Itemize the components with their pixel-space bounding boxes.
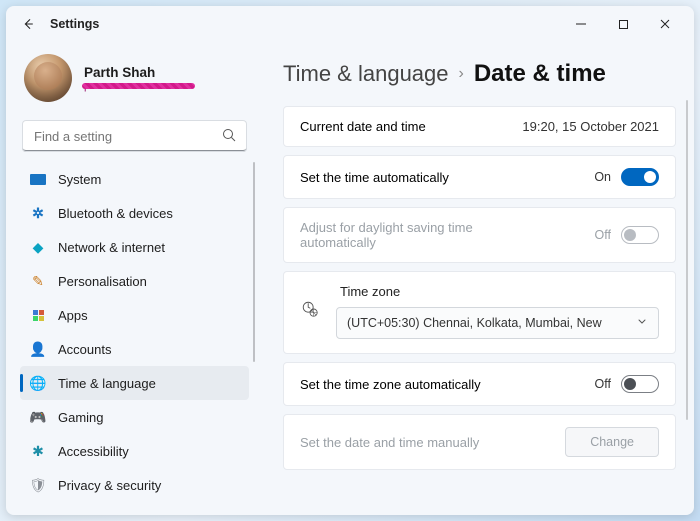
auto-tz-card: Set the time zone automatically Off xyxy=(283,362,676,406)
dst-toggle xyxy=(621,226,659,244)
bluetooth-icon: ✲ xyxy=(30,205,46,221)
globe-clock-icon xyxy=(301,300,319,323)
close-button[interactable] xyxy=(644,9,686,39)
apps-icon xyxy=(30,307,46,323)
dst-state: Off xyxy=(595,228,611,242)
time-icon: 🌐 xyxy=(30,375,46,391)
sidebar-item-label: Gaming xyxy=(58,410,104,425)
sidebar-item-label: Accessibility xyxy=(58,444,129,459)
manual-datetime-label: Set the date and time manually xyxy=(300,435,479,450)
sidebar-item-label: Personalisation xyxy=(58,274,147,289)
sidebar-item-personalisation[interactable]: ✎ Personalisation xyxy=(20,264,249,298)
change-button: Change xyxy=(565,427,659,457)
chevron-right-icon: › xyxy=(459,65,464,83)
maximize-button[interactable] xyxy=(602,9,644,39)
sidebar-item-time[interactable]: 🌐 Time & language xyxy=(20,366,249,400)
sidebar-item-gaming[interactable]: 🎮 Gaming xyxy=(20,400,249,434)
auto-tz-state: Off xyxy=(595,377,611,391)
dst-card: Adjust for daylight saving time automati… xyxy=(283,207,676,263)
personalisation-icon: ✎ xyxy=(30,273,46,289)
breadcrumb-parent[interactable]: Time & language xyxy=(283,61,449,87)
auto-time-label: Set the time automatically xyxy=(300,170,449,185)
current-datetime-card: Current date and time 19:20, 15 October … xyxy=(283,106,676,147)
timezone-select[interactable]: (UTC+05:30) Chennai, Kolkata, Mumbai, Ne… xyxy=(336,307,659,339)
accounts-icon: 👤 xyxy=(30,341,46,357)
main-scrollbar[interactable] xyxy=(686,100,688,420)
profile-block[interactable]: Parth Shah p xyxy=(20,48,257,114)
sidebar-item-system[interactable]: System xyxy=(20,162,249,196)
auto-time-state: On xyxy=(594,170,611,184)
network-icon: ◆ xyxy=(30,239,46,255)
timezone-card: Time zone (UTC+05:30) Chennai, Kolkata, … xyxy=(283,271,676,354)
dst-label: Adjust for daylight saving time automati… xyxy=(300,220,530,250)
minimize-button[interactable] xyxy=(560,9,602,39)
sidebar-item-label: Time & language xyxy=(58,376,156,391)
sidebar-item-label: Bluetooth & devices xyxy=(58,206,173,221)
sidebar-item-apps[interactable]: Apps xyxy=(20,298,249,332)
sidebar-item-label: Privacy & security xyxy=(58,478,161,493)
profile-email: p xyxy=(84,80,155,92)
auto-tz-label: Set the time zone automatically xyxy=(300,377,481,392)
chevron-down-icon xyxy=(636,316,648,331)
current-datetime-label: Current date and time xyxy=(300,119,426,134)
back-button[interactable] xyxy=(14,10,42,38)
sidebar-item-accessibility[interactable]: ✱ Accessibility xyxy=(20,434,249,468)
manual-datetime-card: Set the date and time manually Change xyxy=(283,414,676,470)
avatar xyxy=(24,54,72,102)
page-title: Date & time xyxy=(474,60,606,88)
sidebar-item-label: Accounts xyxy=(58,342,111,357)
gaming-icon: 🎮 xyxy=(30,409,46,425)
system-icon xyxy=(30,171,46,187)
auto-tz-toggle[interactable] xyxy=(621,375,659,393)
sidebar-item-label: System xyxy=(58,172,101,187)
sidebar-item-label: Apps xyxy=(58,308,88,323)
sidebar-item-network[interactable]: ◆ Network & internet xyxy=(20,230,249,264)
sidebar-scrollbar[interactable] xyxy=(253,162,255,362)
window-title: Settings xyxy=(50,17,99,31)
sidebar-item-accounts[interactable]: 👤 Accounts xyxy=(20,332,249,366)
accessibility-icon: ✱ xyxy=(30,443,46,459)
sidebar-item-privacy[interactable]: 🛡 Privacy & security xyxy=(20,468,249,502)
breadcrumb: Time & language › Date & time xyxy=(283,60,676,88)
timezone-selected: (UTC+05:30) Chennai, Kolkata, Mumbai, Ne… xyxy=(347,316,602,330)
auto-time-card: Set the time automatically On xyxy=(283,155,676,199)
sidebar-item-bluetooth[interactable]: ✲ Bluetooth & devices xyxy=(20,196,249,230)
search-input[interactable] xyxy=(22,120,247,152)
auto-time-toggle[interactable] xyxy=(621,168,659,186)
sidebar-item-label: Network & internet xyxy=(58,240,165,255)
timezone-label: Time zone xyxy=(336,284,659,299)
nav-list: System ✲ Bluetooth & devices ◆ Network & int… xyxy=(20,162,255,515)
search-icon xyxy=(221,127,237,148)
current-datetime-value: 19:20, 15 October 2021 xyxy=(522,119,659,134)
privacy-icon: 🛡 xyxy=(30,477,46,493)
profile-name: Parth Shah xyxy=(84,65,155,80)
search-container xyxy=(22,120,247,152)
